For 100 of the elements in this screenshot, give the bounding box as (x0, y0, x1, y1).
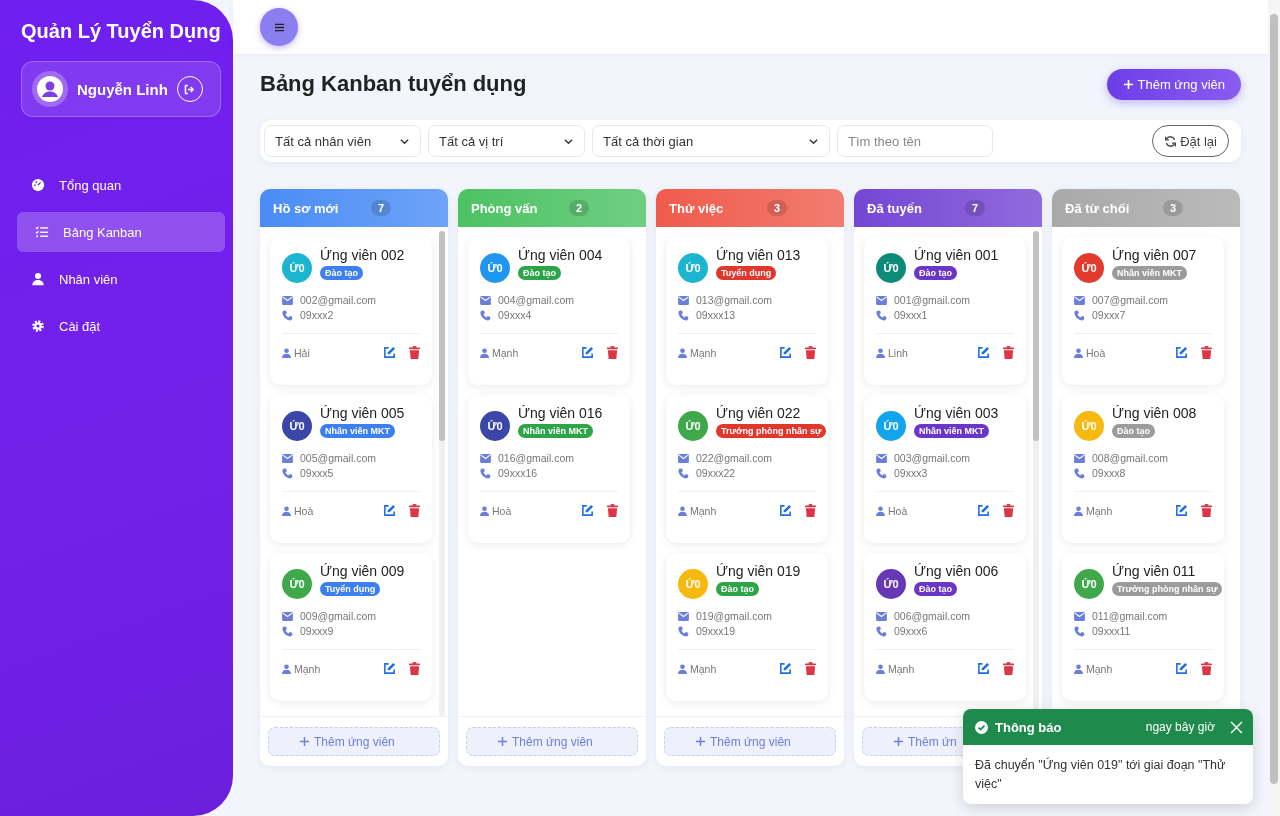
edit-icon[interactable] (779, 662, 792, 675)
mail-icon (678, 295, 689, 305)
edit-icon[interactable] (1175, 504, 1188, 517)
candidate-card[interactable]: Ứ0 Ứng viên 004 Đào tạo 004@gmail.com 09xxx4 Mạnh (468, 237, 630, 385)
mail-icon (678, 611, 689, 621)
candidate-card[interactable]: Ứ0 Ứng viên 007 Nhân viên MKT 007@gmail.com 09xxx7 Hoà (1062, 237, 1224, 385)
trash-icon[interactable] (1003, 504, 1014, 517)
phone-icon (282, 625, 293, 637)
toast-time: ngay bây giờ (1145, 720, 1215, 734)
edit-icon[interactable] (581, 346, 594, 359)
candidate-card[interactable]: Ứ0 Ứng viên 008 Đào tạo 008@gmail.com 09xxx8 Mạnh (1062, 395, 1224, 543)
search-field[interactable]: Tìm theo tên (837, 125, 993, 157)
owner-name: Hoà (492, 504, 513, 517)
column-scrollbar[interactable] (439, 231, 445, 716)
page-scrollbar[interactable] (1268, 0, 1280, 816)
candidate-card[interactable]: Ứ0 Ứng viên 009 Tuyển dụng 009@gmail.com 09xxx9 Mạnh (270, 553, 432, 701)
edit-icon[interactable] (383, 504, 396, 517)
edit-icon[interactable] (383, 662, 396, 675)
candidate-card[interactable]: Ứ0 Ứng viên 003 Nhân viên MKT 003@gmail.com 09xxx3 Hoà (864, 395, 1026, 543)
candidate-avatar: Ứ0 (282, 411, 312, 441)
candidate-name: Ứng viên 009 (320, 563, 405, 579)
edit-icon[interactable] (1175, 662, 1188, 675)
add-candidate-button[interactable]: Thêm ứng viên (1106, 68, 1241, 100)
trash-icon[interactable] (805, 662, 816, 675)
candidate-name: Ứng viên 011 (1112, 563, 1196, 579)
candidate-card[interactable]: Ứ0 Ứng viên 005 Nhân viên MKT 005@gmail.com 09xxx5 Hoà (270, 395, 432, 543)
sidebar-item[interactable]: Bảng Kanban (17, 212, 225, 252)
owner-name: Mạnh (690, 504, 718, 517)
sidebar-item[interactable]: Nhân viên (17, 259, 225, 299)
mail-icon (480, 295, 491, 305)
candidate-name: Ứng viên 002 (320, 247, 405, 263)
candidate-avatar: Ứ0 (480, 411, 510, 441)
edit-icon[interactable] (779, 504, 792, 517)
sidebar-item[interactable]: Tổng quan (17, 165, 225, 205)
menu-icon (273, 21, 285, 33)
trash-icon[interactable] (805, 504, 816, 517)
count-badge: 7 (965, 200, 986, 216)
column-title: Hồ sơ mới (273, 200, 340, 216)
candidate-avatar: Ứ0 (1074, 411, 1104, 441)
column-title: Thử việc (669, 200, 725, 216)
trash-icon[interactable] (607, 346, 618, 359)
edit-icon[interactable] (977, 346, 990, 359)
trash-icon[interactable] (607, 504, 618, 517)
position-tag: Đào tạo (716, 582, 759, 596)
candidate-phone: 09xxx5 (300, 467, 334, 479)
candidate-card[interactable]: Ứ0 Ứng viên 022 Trưởng phòng nhân sự 022@gmail.com 09xxx22 Mạnh (666, 395, 828, 543)
candidate-name: Ứng viên 008 (1112, 405, 1197, 421)
candidate-card[interactable]: Ứ0 Ứng viên 019 Đào tạo 019@gmail.com 09xxx19 Mạnh (666, 553, 828, 701)
edit-icon[interactable] (581, 504, 594, 517)
position-tag: Nhân viên MKT (518, 424, 593, 438)
mail-icon (876, 453, 887, 463)
phone-icon (480, 467, 491, 479)
filter-dropdown[interactable]: Tất cả vị trí (428, 125, 585, 157)
filter-dropdown[interactable]: Tất cả nhân viên (264, 125, 421, 157)
trash-icon[interactable] (805, 346, 816, 359)
candidate-phone: 09xxx6 (894, 625, 928, 637)
candidate-email: 004@gmail.com (498, 294, 575, 306)
logout-icon (183, 82, 197, 96)
owner-name: Mạnh (888, 662, 916, 675)
trash-icon[interactable] (409, 346, 420, 359)
candidate-avatar: Ứ0 (1074, 253, 1104, 283)
candidate-email: 005@gmail.com (300, 452, 377, 464)
candidate-email: 006@gmail.com (894, 610, 971, 622)
reset-button[interactable]: Đặt lại (1152, 125, 1229, 157)
position-tag: Nhân viên MKT (914, 424, 989, 438)
trash-icon[interactable] (1201, 346, 1212, 359)
candidate-avatar: Ứ0 (282, 569, 312, 599)
sidebar-item[interactable]: Cài đặt (17, 306, 225, 346)
trash-icon[interactable] (409, 662, 420, 675)
edit-icon[interactable] (977, 662, 990, 675)
candidate-card[interactable]: Ứ0 Ứng viên 002 Đào tạo 002@gmail.com 09xxx2 Hải (270, 237, 432, 385)
person-icon (876, 505, 885, 516)
candidate-email: 001@gmail.com (894, 294, 971, 306)
edit-icon[interactable] (779, 346, 792, 359)
menu-button[interactable] (260, 8, 298, 46)
edit-icon[interactable] (383, 346, 396, 359)
candidate-avatar: Ứ0 (876, 411, 906, 441)
candidate-card[interactable]: Ứ0 Ứng viên 011 Trưởng phòng nhân sự 011@gmail.com 09xxx11 Mạnh (1062, 553, 1224, 701)
person-icon (282, 663, 291, 674)
candidate-card[interactable]: Ứ0 Ứng viên 006 Đào tạo 006@gmail.com 09xxx6 Mạnh (864, 553, 1026, 701)
candidate-name: Ứng viên 019 (716, 563, 801, 579)
phone-icon (1074, 309, 1085, 321)
trash-icon[interactable] (1201, 662, 1212, 675)
edit-icon[interactable] (1175, 346, 1188, 359)
count-badge: 3 (1163, 200, 1184, 216)
candidate-card[interactable]: Ứ0 Ứng viên 013 Tuyển dụng 013@gmail.com 09xxx13 Mạnh (666, 237, 828, 385)
candidate-avatar: Ứ0 (480, 253, 510, 283)
candidate-name: Ứng viên 016 (518, 405, 603, 421)
candidate-card[interactable]: Ứ0 Ứng viên 016 Nhân viên MKT 016@gmail.com 09xxx16 Hoà (468, 395, 630, 543)
owner-name: Mạnh (690, 346, 718, 359)
close-button[interactable] (1230, 720, 1243, 734)
edit-icon[interactable] (977, 504, 990, 517)
candidate-card[interactable]: Ứ0 Ứng viên 001 Đào tạo 001@gmail.com 09xxx1 Linh (864, 237, 1026, 385)
mail-icon (1074, 295, 1085, 305)
trash-icon[interactable] (1003, 346, 1014, 359)
trash-icon[interactable] (1003, 662, 1014, 675)
trash-icon[interactable] (1201, 504, 1212, 517)
owner-name: Mạnh (1086, 662, 1114, 675)
trash-icon[interactable] (409, 504, 420, 517)
filter-dropdown[interactable]: Tất cả thời gian (592, 125, 830, 157)
